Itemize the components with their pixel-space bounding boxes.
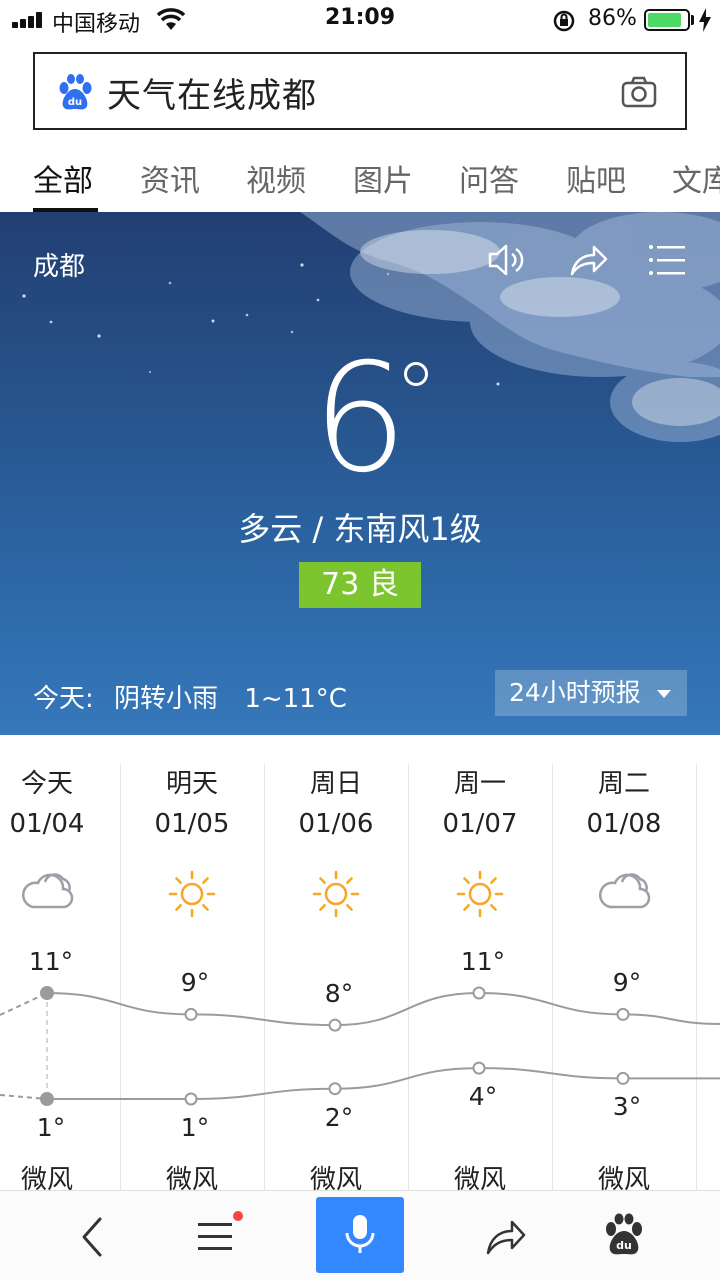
city-name[interactable]: 成都 xyxy=(33,246,85,283)
share-icon[interactable] xyxy=(568,242,608,278)
today-summary: 今天: 阴转小雨 1~11°C xyxy=(33,678,347,715)
high-temp-point xyxy=(184,1007,198,1021)
hourly-forecast-button[interactable]: 24小时预报 xyxy=(495,670,687,716)
notification-dot xyxy=(233,1211,243,1221)
weather-condition: 多云 / 东南风1级 xyxy=(238,510,482,548)
back-icon[interactable] xyxy=(76,1215,108,1259)
high-temp-point xyxy=(40,986,54,1000)
chevron-down-icon xyxy=(657,690,671,698)
high-temp-point xyxy=(472,986,486,1000)
high-temp-label: 11° xyxy=(28,947,74,976)
battery-percent: 86% xyxy=(588,6,637,31)
tab-tieba[interactable]: 贴吧 xyxy=(566,156,626,200)
tab-news[interactable]: 资讯 xyxy=(140,156,200,200)
high-temp-label: 9° xyxy=(612,968,642,998)
camera-icon[interactable] xyxy=(621,76,657,108)
high-temp-label: 8° xyxy=(324,979,354,1009)
high-temp-point xyxy=(328,1018,342,1032)
svg-text:du: du xyxy=(616,1239,632,1252)
high-temp-label: 9° xyxy=(180,968,210,998)
low-temp-label: 3° xyxy=(612,1092,642,1122)
rotation-lock-icon xyxy=(553,10,575,32)
charging-icon xyxy=(699,8,711,32)
low-temp-label: 1° xyxy=(36,1113,66,1142)
menu-icon[interactable] xyxy=(648,242,686,278)
low-temp-label: 4° xyxy=(468,1082,498,1112)
svg-text:du: du xyxy=(68,97,82,108)
baidu-paw-icon[interactable]: du xyxy=(604,1213,644,1257)
high-temp-line xyxy=(46,991,720,1027)
today-condition: 阴转小雨 xyxy=(114,684,219,714)
today-range: 1~11°C xyxy=(244,684,347,714)
tab-all[interactable]: 全部 xyxy=(33,156,93,200)
low-temp-point xyxy=(472,1061,486,1075)
battery-tip xyxy=(691,15,694,25)
degree-symbol xyxy=(404,362,428,386)
low-temp-label: 2° xyxy=(324,1102,354,1132)
high-temp-point xyxy=(616,1007,630,1021)
tab-images[interactable]: 图片 xyxy=(353,156,413,200)
low-temp-point xyxy=(616,1071,630,1085)
high-temp-label: 11° xyxy=(460,947,506,976)
bottom-toolbar: du xyxy=(0,1190,720,1280)
high-temp-history-line xyxy=(0,992,48,1016)
low-temp-point xyxy=(328,1082,342,1096)
temperature-value: 6 xyxy=(312,332,408,506)
status-bar: 中国移动 21:09 86% xyxy=(0,0,720,40)
hourly-forecast-label: 24小时预报 xyxy=(509,678,641,707)
tab-wenku[interactable]: 文库 xyxy=(672,156,720,200)
baidu-paw-icon[interactable]: du xyxy=(57,74,93,112)
search-box[interactable]: du 天气在线成都 xyxy=(33,52,687,130)
tab-video[interactable]: 视频 xyxy=(246,156,306,200)
aqi-badge[interactable]: 73 良 xyxy=(299,562,421,608)
tab-qa[interactable]: 问答 xyxy=(459,156,519,200)
today-label: 今天: xyxy=(33,684,94,714)
low-temp-label: 1° xyxy=(180,1113,210,1142)
weather-card: 成都 6 多云 / 东南风1级 73 良 今天: 阴转小雨 1~11°C 24小… xyxy=(0,212,720,735)
search-input[interactable]: 天气在线成都 xyxy=(107,68,317,117)
share-icon[interactable] xyxy=(484,1215,526,1257)
voice-search-button[interactable] xyxy=(316,1197,404,1273)
battery-icon xyxy=(644,9,690,31)
low-temp-point xyxy=(40,1092,54,1106)
low-temp-point xyxy=(184,1092,198,1106)
search-tabs: 全部 资讯 视频 图片 问答 贴吧 文库 xyxy=(0,140,720,212)
menu-icon[interactable] xyxy=(198,1219,234,1255)
current-temperature: 6 xyxy=(0,344,720,494)
daily-forecast: 今天 01/04 微风 明天 01/05 微风 周日 01/06 微风 周一 0… xyxy=(0,735,720,1190)
speaker-icon[interactable] xyxy=(486,242,526,278)
microphone-icon xyxy=(345,1215,375,1253)
low-temp-history-line xyxy=(0,1094,48,1100)
